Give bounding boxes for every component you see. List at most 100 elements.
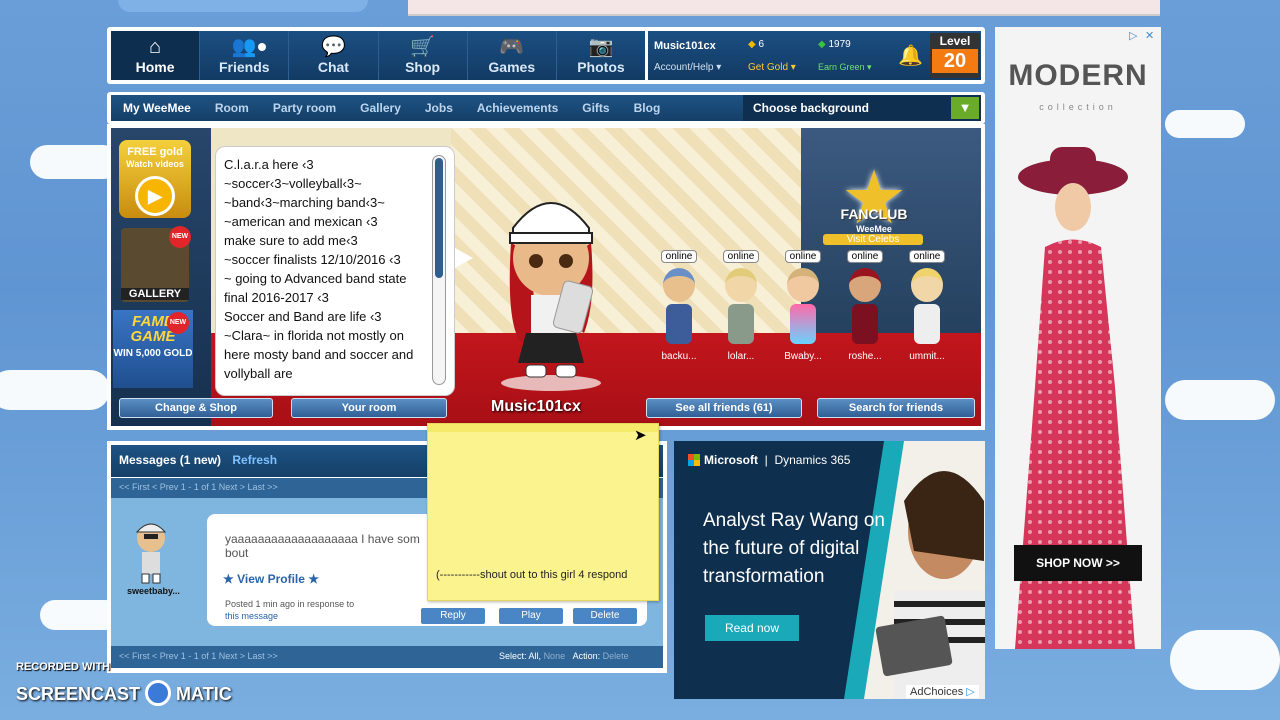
record-icon: [145, 680, 172, 706]
bubble-tail: [455, 248, 473, 268]
sticky-note[interactable]: (-----------shout out to this girl 4 res…: [427, 423, 659, 601]
sticky-note-titlebar[interactable]: [428, 424, 658, 432]
refresh-link[interactable]: Refresh: [232, 453, 277, 467]
action-delete-link[interactable]: Delete: [603, 651, 629, 661]
ad-collection: collection: [1039, 102, 1117, 112]
your-room-button[interactable]: Your room: [291, 398, 447, 418]
notification-dot: [258, 43, 267, 51]
adchoices-link[interactable]: AdChoices ▷: [906, 685, 979, 698]
sender-avatar[interactable]: [133, 520, 169, 584]
cloud: [1165, 110, 1245, 138]
username[interactable]: Music101cx: [654, 40, 716, 52]
cloud: [1170, 630, 1280, 690]
sticky-note-text[interactable]: (-----------shout out to this girl 4 res…: [436, 568, 656, 583]
green-balance: ◆ 1979: [818, 39, 851, 50]
online-status: online: [908, 250, 946, 263]
player-avatar[interactable]: [496, 183, 606, 393]
select-none-link[interactable]: None: [544, 651, 566, 661]
ad-info-icon[interactable]: ▷: [1129, 29, 1137, 42]
shop-now-button[interactable]: SHOP NOW >>: [1014, 545, 1142, 581]
get-gold-button[interactable]: Get Gold ▾: [748, 62, 796, 73]
bio-text: C.l.a.r.a here ‹3 ~soccer‹3~volleyball‹3…: [224, 157, 414, 381]
play-icon: ▶: [135, 176, 175, 216]
play-button[interactable]: Play: [499, 608, 563, 624]
nav-games[interactable]: 🎮 Games: [468, 31, 557, 80]
subnav-blog[interactable]: Blog: [622, 101, 673, 115]
this-message-link[interactable]: this message: [225, 611, 278, 621]
fashion-ad[interactable]: ▷ ✕ MODERN collection SHOP NOW >>: [995, 27, 1161, 649]
posted-info: Posted 1 min ago in response to this mess…: [225, 599, 355, 621]
scrollbar-thumb[interactable]: [435, 158, 443, 278]
earn-green-button[interactable]: Earn Green ▾: [818, 62, 872, 73]
bio-speech-bubble: C.l.a.r.a here ‹3 ~soccer‹3~volleyball‹3…: [215, 146, 455, 396]
see-all-friends-button[interactable]: See all friends (61): [646, 398, 802, 418]
pager-bottom: << First < Prev 1 - 1 of 1 Next > Last >…: [111, 646, 663, 668]
gold-balance: ◆ 6: [748, 39, 765, 50]
friend-avatar[interactable]: online lolar...: [715, 246, 767, 362]
message-text: yaaaaaaaaaaaaaaaaaaa I have som bout: [225, 532, 420, 560]
site-logo[interactable]: [118, 0, 368, 12]
choose-background-dropdown[interactable]: Choose background ▼: [743, 95, 981, 121]
view-profile-link[interactable]: ★ View Profile ★: [223, 572, 319, 586]
sub-navbar: My WeeMee Room Party room Gallery Jobs A…: [107, 92, 985, 124]
ad-headline: Analyst Ray Wang on the future of digita…: [703, 510, 885, 587]
bio-scrollbar[interactable]: [432, 155, 446, 385]
subnav-jobs[interactable]: Jobs: [413, 101, 465, 115]
select-controls: Select: All, None Action: Delete: [499, 651, 629, 661]
ad-brand: MODERN: [1008, 59, 1148, 92]
close-icon[interactable]: ✕: [1145, 29, 1154, 42]
free-gold-button[interactable]: FREE gold Watch videos ▶: [119, 140, 191, 218]
online-status: online: [846, 250, 884, 263]
friend-avatar[interactable]: online backu...: [653, 246, 705, 362]
nav-shop[interactable]: 🛒 Shop: [379, 31, 468, 80]
home-icon: ⌂: [149, 36, 162, 58]
subnav-gallery[interactable]: Gallery: [348, 101, 413, 115]
cloud: [1165, 380, 1275, 420]
subnav-party-room[interactable]: Party room: [261, 101, 348, 115]
reply-button[interactable]: Reply: [421, 608, 485, 624]
subnav-my-weemee[interactable]: My WeeMee: [111, 101, 203, 115]
online-status: online: [660, 250, 698, 263]
gold-gem-icon: ◆: [748, 39, 756, 50]
subnav-achievements[interactable]: Achievements: [465, 101, 570, 115]
friend-avatar[interactable]: online roshe...: [839, 246, 891, 362]
friend-avatar[interactable]: online ummit...: [901, 246, 953, 362]
nav-friends[interactable]: 👥 Friends: [200, 31, 290, 80]
nav-photos[interactable]: 📷 Photos: [557, 31, 645, 80]
visit-celebs-link[interactable]: Visit Celebs: [823, 234, 923, 245]
cart-icon: 🛒: [410, 36, 436, 58]
star-icon: ★: [223, 572, 234, 586]
read-now-button[interactable]: Read now: [705, 615, 799, 641]
top-ad-strip: [408, 0, 1160, 16]
microsoft-logo: Microsoft | Dynamics 365: [688, 453, 850, 467]
friend-avatar[interactable]: online Bwaby...: [777, 246, 829, 362]
account-help-menu[interactable]: Account/Help ▾: [654, 62, 721, 73]
delete-button[interactable]: Delete: [573, 608, 637, 624]
nav-home[interactable]: ⌂ Home: [111, 31, 201, 80]
change-shop-button[interactable]: Change & Shop: [119, 398, 273, 418]
select-all-link[interactable]: All,: [529, 651, 542, 661]
main-navbar: ⌂ Home 👥 Friends 💬 Chat 🛒 Shop 🎮 Games 📷 Photo…: [107, 27, 985, 84]
chevron-down-icon[interactable]: ▼: [951, 97, 979, 119]
sender-name[interactable]: sweetbaby...: [127, 586, 180, 596]
microsoft-ad[interactable]: Microsoft | Dynamics 365 Analyst Ray Wan…: [674, 441, 985, 699]
mouse-cursor-icon: ➤: [634, 427, 647, 444]
adchoices-icon: ▷: [966, 686, 975, 698]
room-panel: FREE gold Watch videos ▶ GALLERY NEW FAM…: [107, 124, 985, 430]
user-box: Music101cx Account/Help ▾ ◆ 6 ◆ 1979 Get…: [648, 31, 981, 80]
chevron-down-icon: ▾: [716, 62, 722, 73]
bell-icon[interactable]: 🔔: [898, 43, 923, 68]
camera-icon: 📷: [588, 36, 614, 58]
new-badge: NEW: [169, 226, 191, 248]
subnav-gifts[interactable]: Gifts: [570, 101, 621, 115]
chat-icon: 💬: [320, 36, 346, 58]
character-name: Music101cx: [491, 398, 581, 415]
new-badge: NEW: [167, 312, 189, 334]
nav-chat[interactable]: 💬 Chat: [289, 31, 379, 80]
search-friends-button[interactable]: Search for friends: [817, 398, 975, 418]
subnav-room[interactable]: Room: [203, 101, 261, 115]
star-icon: ★: [308, 572, 320, 586]
online-status: online: [784, 250, 822, 263]
messages-title: Messages (1 new): [119, 453, 222, 467]
friends-icon: 👥: [231, 36, 257, 58]
